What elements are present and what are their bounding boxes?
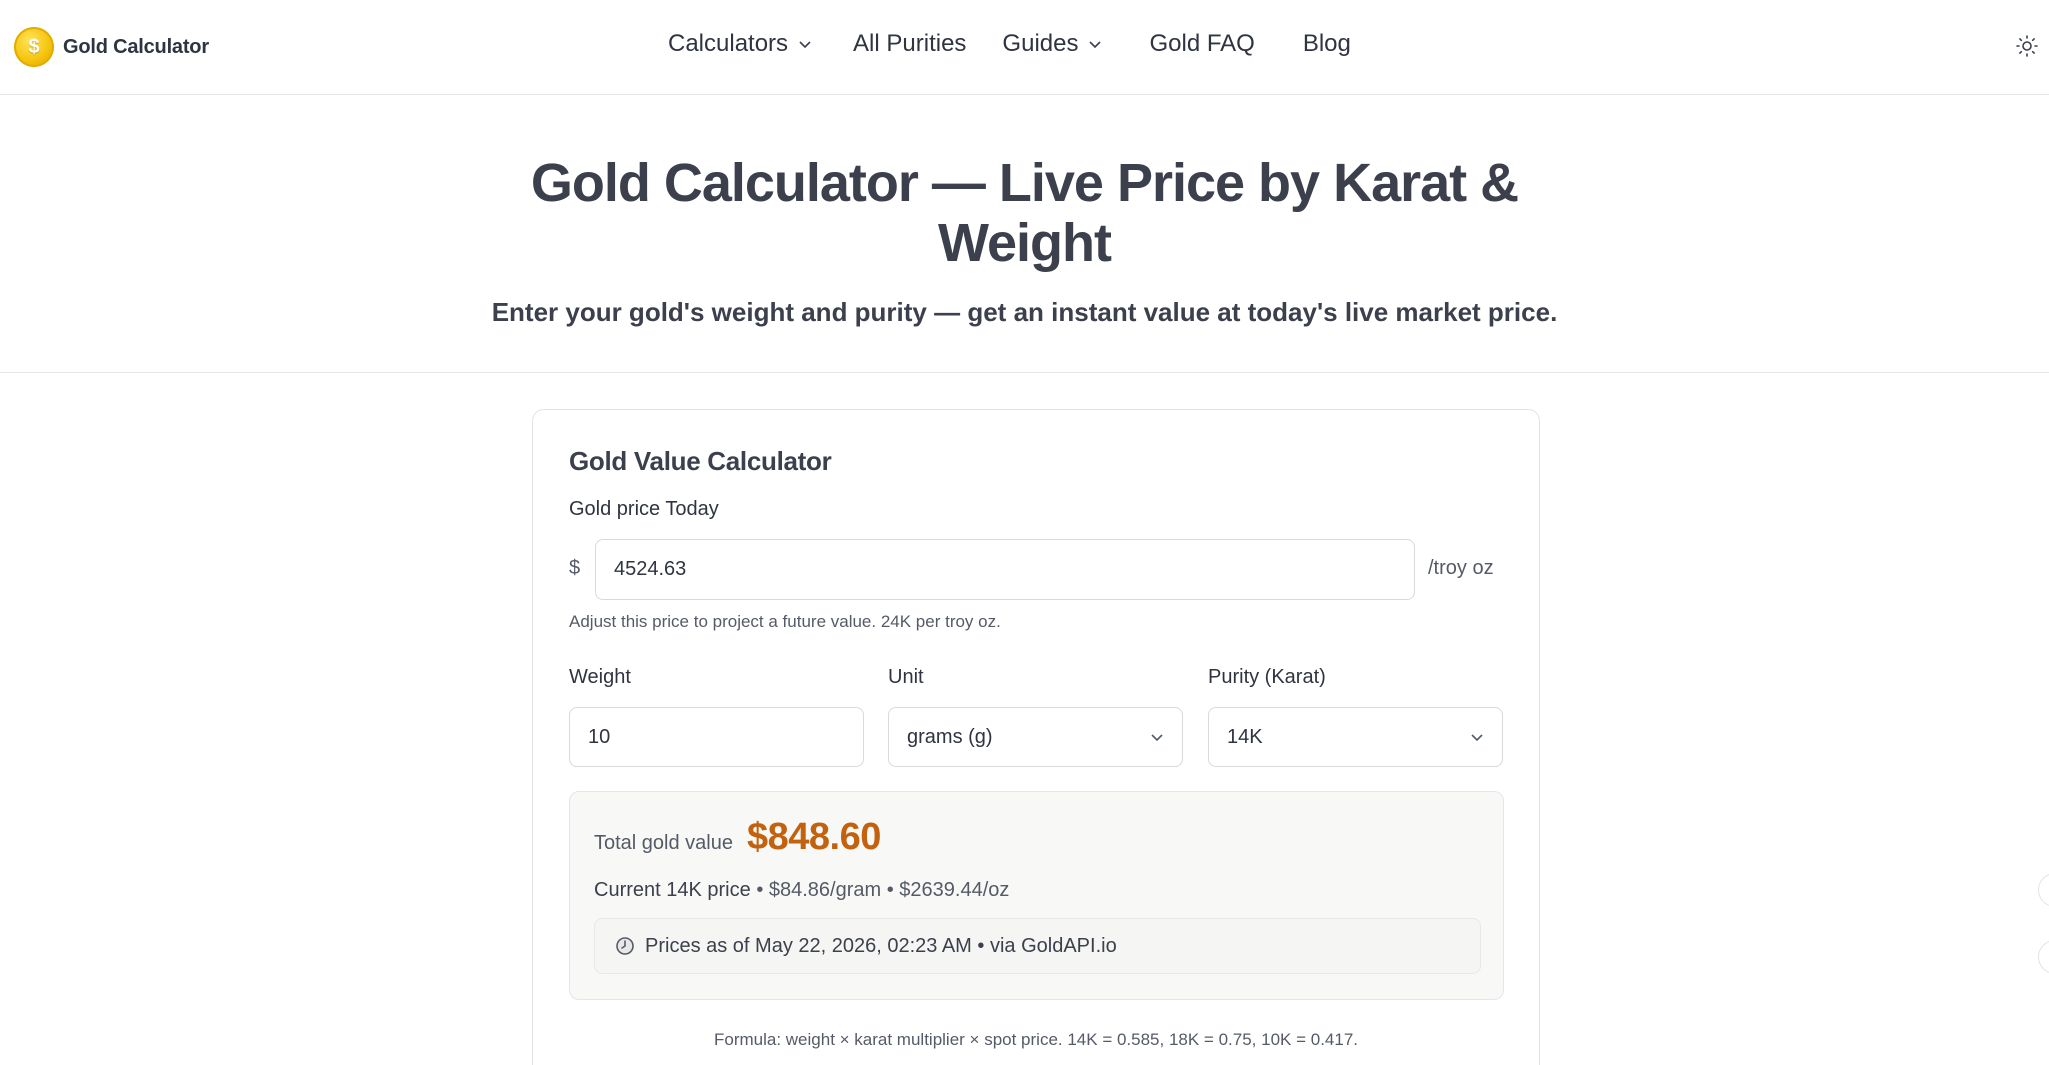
purity-label: Purity (Karat) — [1208, 666, 1326, 688]
formula-note: Formula: weight × karat multiplier × spo… — [713, 1030, 1359, 1049]
total-row: Total gold value $848.60 — [594, 816, 881, 859]
nav-gold-faq[interactable]: Gold FAQ — [1149, 30, 1254, 58]
unit-label: Unit — [888, 666, 924, 688]
nav-gold-faq-label: Gold FAQ — [1149, 30, 1255, 57]
nav-calculators[interactable]: Calculators — [668, 30, 812, 58]
nav-guides[interactable]: Guides — [1002, 30, 1102, 58]
coin-symbol: $ — [28, 35, 40, 58]
page-subtitle: Enter your gold's weight and purity — ge… — [491, 297, 1558, 327]
page-title: Gold Calculator — Live Price by Karat & … — [530, 153, 1519, 273]
clock-icon — [616, 937, 634, 955]
gold-price-input[interactable] — [595, 539, 1415, 600]
floating-action-button[interactable] — [2038, 940, 2049, 974]
calculator-card: Gold Value Calculator Gold price Today $… — [532, 409, 1540, 1065]
weight-label: Weight — [569, 666, 631, 688]
purity-select[interactable]: 14K — [1208, 707, 1503, 767]
chevron-down-icon — [799, 41, 811, 49]
current-rate-row: Current 14K price • $84.86/gram • $2639.… — [594, 879, 1009, 902]
calculator-title: Gold Value Calculator — [569, 446, 832, 476]
total-label: Total gold value — [594, 832, 733, 854]
nav-blog[interactable]: Blog — [1303, 30, 1351, 58]
floating-action-button[interactable] — [2038, 873, 2049, 907]
chevron-down-icon — [1471, 734, 1483, 742]
brand-logo-link[interactable]: $ Gold Calculator — [14, 27, 209, 67]
price-hint: Adjust this price to project a future va… — [569, 612, 1001, 631]
nav-all-purities[interactable]: All Purities — [853, 30, 966, 58]
gold-coin-icon: $ — [14, 27, 54, 67]
chevron-down-icon — [1089, 41, 1102, 49]
purity-select-value: 14K — [1227, 725, 1263, 748]
unit-select-value: grams (g) — [907, 725, 993, 748]
price-source-box: Prices as of May 22, 2026, 02:23 AM • vi… — [594, 918, 1481, 974]
price-source-text: Prices as of May 22, 2026, 02:23 AM • vi… — [645, 934, 1117, 957]
nav-blog-label: Blog — [1302, 30, 1351, 57]
gold-price-label: Gold price Today — [569, 498, 719, 520]
result-panel: Total gold value $848.60 Current 14K pri… — [569, 791, 1504, 1000]
unit-select[interactable]: grams (g) — [888, 707, 1183, 767]
price-unit-suffix: /troy oz — [1428, 557, 1494, 579]
sun-icon — [2016, 35, 2038, 57]
current-rate-label: Current 14K price — [594, 879, 751, 901]
brand-name: Gold Calculator — [63, 35, 209, 58]
weight-input[interactable] — [569, 707, 864, 767]
hero-section: Gold Calculator — Live Price by Karat & … — [0, 95, 2049, 373]
total-value: $848.60 — [746, 816, 881, 858]
current-rate-detail: • $84.86/gram • $2639.44/oz — [756, 879, 1010, 901]
nav-guides-label: Guides — [1002, 30, 1079, 57]
site-header: $ Gold Calculator Calculators All Puriti… — [0, 0, 2049, 95]
main-nav: Calculators All Purities Guides Gold FAQ… — [668, 30, 1351, 58]
nav-calculators-label: Calculators — [668, 30, 789, 57]
chevron-down-icon — [1151, 734, 1163, 742]
currency-symbol: $ — [569, 557, 581, 579]
nav-all-purities-label: All Purities — [853, 30, 967, 57]
theme-toggle-button[interactable] — [2013, 32, 2041, 60]
